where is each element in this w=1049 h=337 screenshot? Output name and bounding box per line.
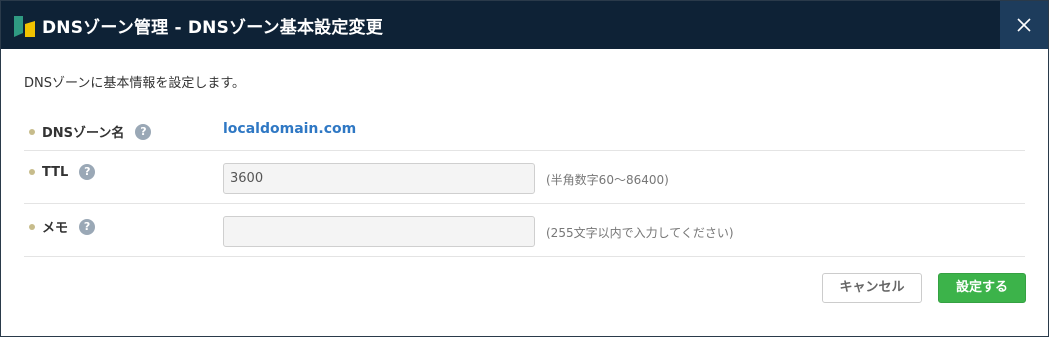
- zone-name-label: DNSゾーン名 ?: [29, 122, 152, 141]
- submit-button[interactable]: 設定する: [938, 273, 1026, 303]
- close-icon: [1017, 18, 1031, 32]
- close-button[interactable]: [1000, 1, 1048, 49]
- dialog-description: DNSゾーンに基本情報を設定します。: [24, 76, 246, 91]
- dialog-header: DNSゾーン管理 - DNSゾーン基本設定変更: [1, 1, 1048, 49]
- memo-label-text: メモ: [42, 221, 69, 236]
- memo-input[interactable]: [223, 216, 535, 247]
- service-logo-icon: [14, 16, 35, 37]
- ttl-input[interactable]: [223, 163, 535, 194]
- dialog-title: DNSゾーン管理 - DNSゾーン基本設定変更: [42, 18, 383, 38]
- zone-name-label-text: DNSゾーン名: [42, 126, 125, 141]
- help-icon[interactable]: ?: [79, 164, 96, 180]
- ttl-row: TTL ? (半角数字60～86400): [24, 151, 1025, 204]
- ttl-label: TTL ?: [29, 164, 96, 180]
- cancel-button[interactable]: キャンセル: [822, 273, 922, 303]
- bullet-icon: [29, 169, 35, 175]
- memo-label: メモ ?: [29, 217, 96, 236]
- dns-zone-settings-dialog: DNSゾーン管理 - DNSゾーン基本設定変更 DNSゾーンに基本情報を設定しま…: [0, 0, 1049, 337]
- bullet-icon: [29, 128, 35, 135]
- memo-row: メモ ? (255文字以内で入力してください): [24, 204, 1025, 257]
- ttl-hint: (半角数字60～86400): [546, 173, 669, 187]
- memo-hint: (255文字以内で入力してください): [546, 226, 734, 240]
- help-icon[interactable]: ?: [79, 218, 96, 235]
- help-icon[interactable]: ?: [135, 123, 152, 140]
- zone-name-value[interactable]: localdomain.com: [223, 121, 356, 137]
- bullet-icon: [29, 223, 35, 230]
- ttl-label-text: TTL: [42, 164, 69, 180]
- zone-name-row: DNSゾーン名 ? localdomain.com: [24, 109, 1025, 151]
